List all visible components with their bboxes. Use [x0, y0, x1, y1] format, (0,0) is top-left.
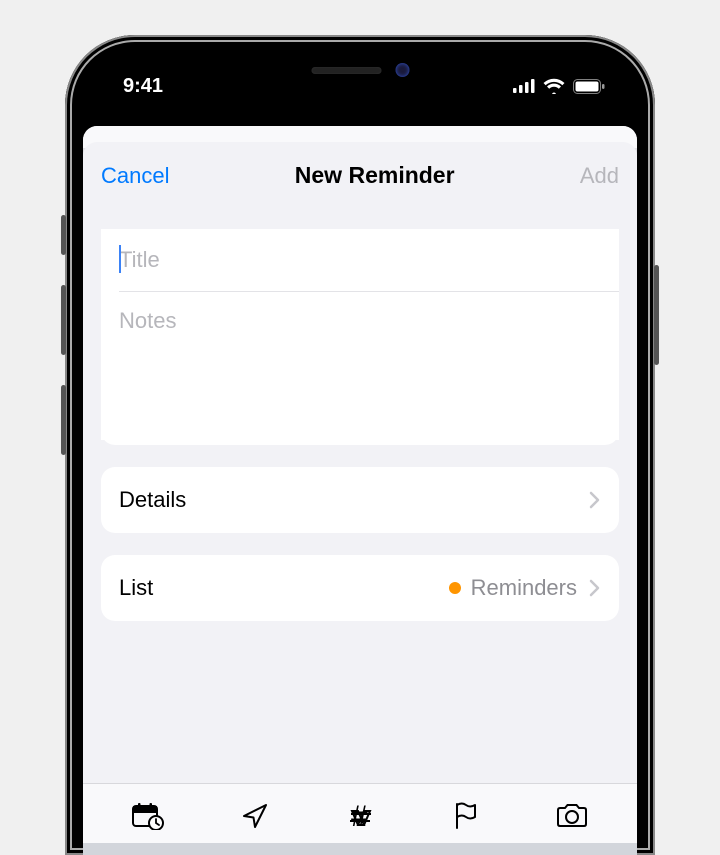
- location-icon[interactable]: [240, 801, 270, 831]
- list-value: Reminders: [471, 575, 577, 601]
- phone-frame: 9:41 Cancel New Reminder Add: [65, 35, 655, 855]
- keyboard-toolbar: #: [83, 783, 637, 843]
- camera-icon[interactable]: [555, 803, 589, 829]
- battery-icon: [573, 79, 605, 94]
- side-buttons-left: [61, 215, 66, 485]
- sheet-stack: Cancel New Reminder Add: [83, 126, 637, 855]
- details-label: Details: [119, 487, 186, 513]
- new-reminder-sheet: Cancel New Reminder Add: [83, 142, 637, 855]
- list-label: List: [119, 575, 153, 601]
- cancel-button[interactable]: Cancel: [101, 163, 169, 189]
- title-input[interactable]: [101, 229, 619, 291]
- notes-input[interactable]: [101, 292, 619, 440]
- text-cursor: [119, 245, 121, 273]
- notch: [238, 51, 483, 89]
- title-notes-card: [101, 229, 619, 445]
- sheet-nav: Cancel New Reminder Add: [83, 142, 637, 207]
- tag-icon[interactable]: #: [346, 801, 376, 831]
- keyboard-peek: [83, 843, 637, 855]
- calendar-clock-icon[interactable]: [131, 802, 165, 830]
- list-color-dot: [449, 582, 461, 594]
- side-button-right: [654, 265, 659, 395]
- chevron-right-icon: [589, 579, 601, 597]
- svg-text:#: #: [351, 801, 368, 831]
- flag-icon[interactable]: [452, 801, 480, 831]
- cellular-icon: [513, 79, 535, 93]
- wifi-icon: [543, 78, 565, 94]
- phone-screen: 9:41 Cancel New Reminder Add: [83, 51, 637, 855]
- sheet-title: New Reminder: [295, 162, 455, 189]
- chevron-right-icon: [589, 491, 601, 509]
- details-row[interactable]: Details: [101, 467, 619, 533]
- status-time: 9:41: [123, 75, 163, 98]
- list-row[interactable]: List Reminders: [101, 555, 619, 621]
- add-button[interactable]: Add: [580, 163, 619, 189]
